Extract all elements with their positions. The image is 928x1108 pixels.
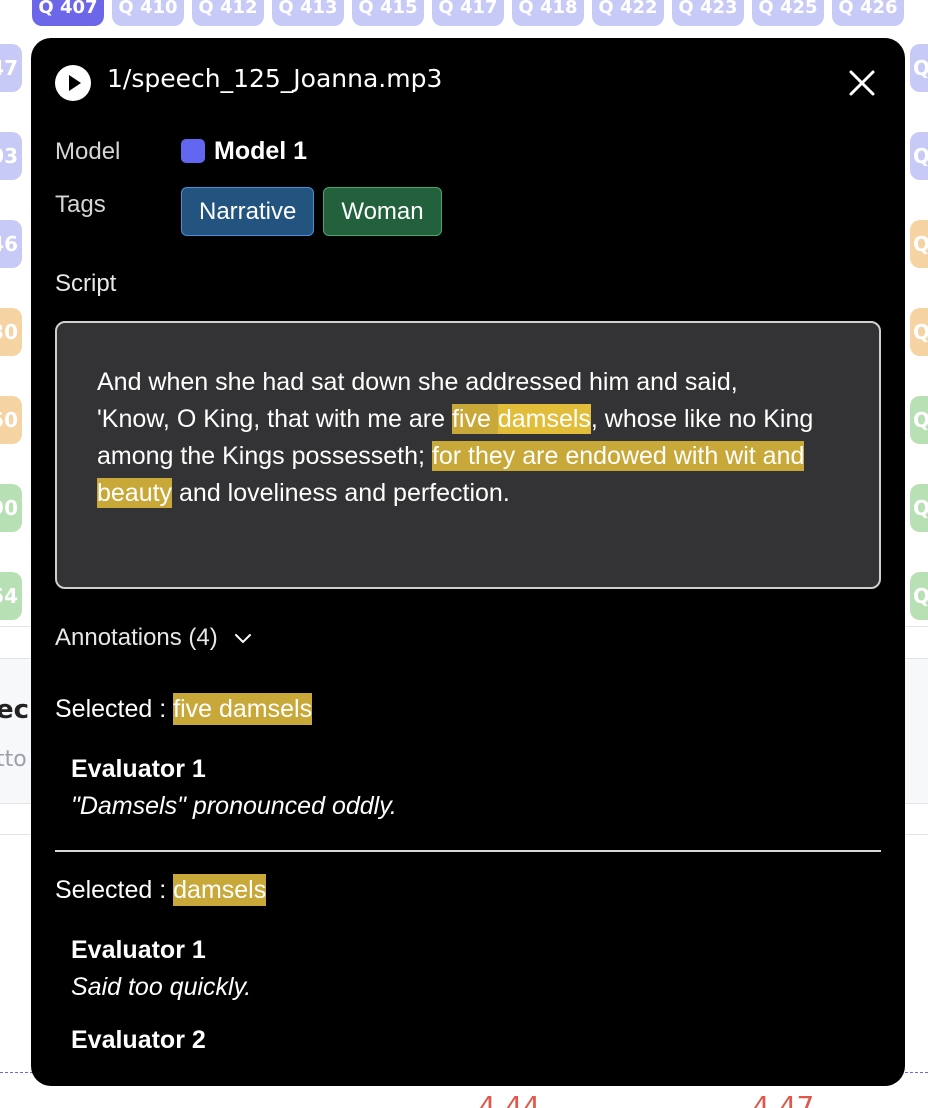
evaluator-comment: "Damsels" pronounced oddly. (71, 792, 397, 820)
tags-label: Tags (55, 191, 106, 218)
question-tile[interactable]: Q 417 (432, 0, 504, 26)
tag-narrative[interactable]: Narrative (181, 187, 315, 236)
score-tile[interactable]: 54 (0, 572, 22, 620)
score-tile[interactable]: 46 (0, 220, 22, 268)
question-tile[interactable]: Q 423 (672, 0, 744, 26)
close-icon (849, 70, 875, 96)
script-highlight[interactable]: five (451, 404, 498, 434)
chevron-down-icon (234, 634, 251, 644)
file-title: 1/speech_125_Joanna.mp3 (107, 64, 443, 93)
annotations-title: Annotations (4) (55, 624, 218, 651)
question-tile[interactable]: Q 426 (832, 0, 904, 26)
model-label: Model (55, 138, 121, 165)
play-button[interactable] (55, 65, 91, 101)
question-tile[interactable]: Q 412 (192, 0, 264, 26)
model-color-swatch (181, 139, 205, 163)
script-text[interactable]: And when she had sat down she addressed … (97, 364, 817, 512)
annotations-toggle[interactable]: Annotations (4) (55, 624, 254, 652)
background-card-title: ec (0, 695, 30, 725)
selected-highlight[interactable]: damsels (173, 874, 267, 906)
background-top-row: Q 407 Q 410 Q 412 Q 413 Q 415 Q 417 Q 41… (0, 0, 928, 28)
score-tile[interactable]: Q (910, 396, 928, 444)
background-card-subtitle: tto (0, 747, 27, 772)
tag-list: Narrative Woman (181, 187, 442, 236)
evaluator-name: Evaluator 1 (71, 755, 206, 783)
selected-highlight[interactable]: five damsels (173, 693, 313, 725)
question-tile[interactable]: Q 407 (32, 0, 104, 26)
annotation-selected: Selected : five damsels (55, 693, 313, 725)
chart-value-label: 4.44 (478, 1090, 541, 1108)
score-tile[interactable]: Q (910, 220, 928, 268)
question-tile[interactable]: Q 413 (272, 0, 344, 26)
score-tile[interactable]: 90 (0, 484, 22, 532)
evaluator-name: Evaluator 1 (71, 936, 206, 964)
question-tile[interactable]: Q 415 (352, 0, 424, 26)
score-tile[interactable]: 03 (0, 132, 22, 180)
score-tile[interactable]: Q (910, 572, 928, 620)
script-segment: and loveliness and perfection. (172, 479, 510, 507)
evaluator-comment: Said too quickly. (71, 973, 252, 1001)
model-value: Model 1 (181, 134, 307, 168)
question-tile[interactable]: Q 410 (112, 0, 184, 26)
score-tile[interactable]: Q (910, 132, 928, 180)
model-name: Model 1 (214, 136, 308, 165)
play-icon (69, 75, 81, 91)
close-button[interactable] (845, 66, 879, 100)
script-label: Script (55, 270, 117, 297)
script-highlight[interactable]: damsels (497, 404, 591, 434)
question-tile[interactable]: Q 422 (592, 0, 664, 26)
selected-prefix: Selected : (55, 695, 174, 723)
chart-value-label: 4.47 (752, 1090, 815, 1108)
audio-detail-modal: 1/speech_125_Joanna.mp3 Model Model 1 Ta… (31, 38, 905, 1086)
annotation-divider (55, 850, 881, 852)
selected-prefix: Selected : (55, 876, 174, 904)
score-tile[interactable]: Q (910, 44, 928, 92)
score-tile[interactable]: 30 (0, 308, 22, 356)
modal-header: 1/speech_125_Joanna.mp3 (53, 62, 883, 104)
question-tile[interactable]: Q 425 (752, 0, 824, 26)
evaluator-name: Evaluator 2 (71, 1026, 206, 1054)
score-tile[interactable]: Q (910, 484, 928, 532)
tag-woman[interactable]: Woman (323, 187, 442, 236)
score-tile[interactable]: Q (910, 308, 928, 356)
question-tile[interactable]: Q 418 (512, 0, 584, 26)
script-box[interactable]: And when she had sat down she addressed … (55, 321, 881, 589)
score-tile[interactable]: 50 (0, 396, 22, 444)
annotation-selected: Selected : damsels (55, 874, 267, 906)
score-tile[interactable]: 47 (0, 44, 22, 92)
